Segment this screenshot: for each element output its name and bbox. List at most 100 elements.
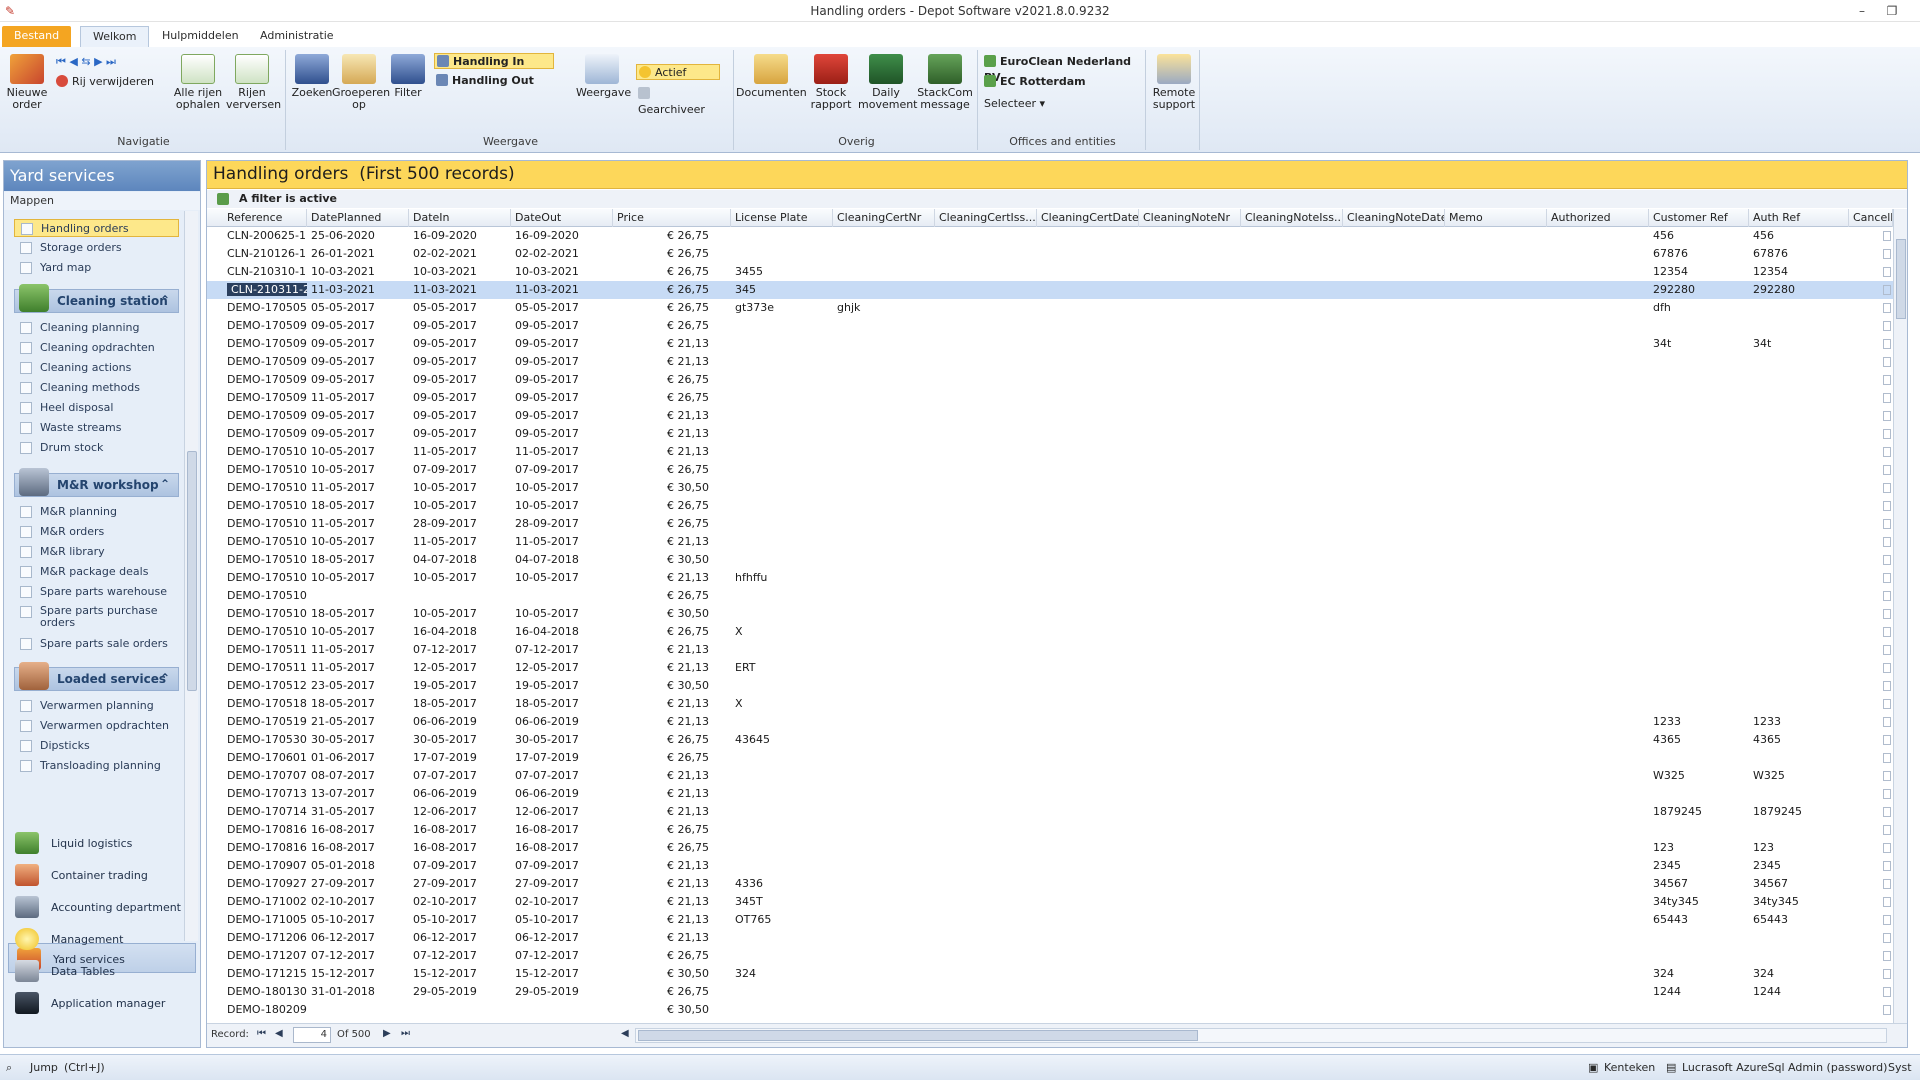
table-cell[interactable]: DEMO-170510-8... bbox=[207, 605, 307, 623]
table-cell[interactable]: 34567 bbox=[1649, 875, 1749, 893]
table-cell[interactable] bbox=[731, 641, 833, 659]
table-cell[interactable]: 15-12-2017 bbox=[409, 965, 511, 983]
table-cell[interactable]: DEMO-170816-2... bbox=[207, 839, 307, 857]
table-cell[interactable]: 10-05-2017 bbox=[307, 533, 409, 551]
table-cell[interactable] bbox=[1649, 929, 1749, 947]
table-cell[interactable] bbox=[833, 281, 935, 299]
table-cell[interactable] bbox=[731, 425, 833, 443]
table-cell[interactable]: € 26,75 bbox=[613, 263, 713, 281]
cancelled-checkbox[interactable] bbox=[1849, 551, 1893, 569]
table-cell[interactable] bbox=[731, 983, 833, 1001]
table-cell[interactable]: € 26,75 bbox=[613, 839, 713, 857]
table-cell[interactable]: DEMO-171002-1... bbox=[207, 893, 307, 911]
table-cell[interactable]: DEMO-170510-5... bbox=[207, 551, 307, 569]
column-header[interactable]: CleaningNoteDate bbox=[1343, 209, 1445, 227]
table-cell[interactable]: 292280 bbox=[1649, 281, 1749, 299]
table-cell[interactable]: 1233 bbox=[1749, 713, 1849, 731]
table-row[interactable]: DEMO-170510-7... € 26,75 bbox=[207, 587, 1893, 605]
cancelled-checkbox[interactable] bbox=[1849, 929, 1893, 947]
table-cell[interactable]: DEMO-170509-4... bbox=[207, 371, 307, 389]
table-cell[interactable]: € 26,75 bbox=[613, 983, 713, 1001]
table-cell[interactable]: 1244 bbox=[1749, 983, 1849, 1001]
table-cell[interactable] bbox=[833, 407, 935, 425]
table-cell[interactable]: 13-07-2017 bbox=[307, 785, 409, 803]
cancelled-checkbox[interactable] bbox=[1849, 443, 1893, 461]
table-cell[interactable] bbox=[833, 317, 935, 335]
table-cell[interactable]: 10-05-2017 bbox=[307, 623, 409, 641]
column-header[interactable]: DateIn bbox=[409, 209, 511, 227]
table-cell[interactable]: 30-05-2017 bbox=[307, 731, 409, 749]
table-cell[interactable] bbox=[833, 605, 935, 623]
table-cell[interactable]: € 21,13 bbox=[613, 911, 713, 929]
table-row[interactable]: DEMO-180130-2...31-01-201829-05-201929-0… bbox=[207, 983, 1893, 1001]
table-cell[interactable]: 01-06-2017 bbox=[307, 749, 409, 767]
sidebar-item-mr-package-deals[interactable]: M&R package deals bbox=[14, 563, 179, 581]
table-cell[interactable] bbox=[833, 533, 935, 551]
sidebar-item-cleaning-actions[interactable]: Cleaning actions bbox=[14, 359, 179, 377]
restore-button[interactable]: ❐ bbox=[1878, 3, 1906, 19]
table-cell[interactable]: 18-05-2017 bbox=[409, 695, 511, 713]
table-cell[interactable]: 11-03-2021 bbox=[307, 281, 409, 299]
grid-scroll-thumb[interactable] bbox=[1896, 239, 1906, 319]
remote-support-button[interactable]: Remote support bbox=[1150, 54, 1198, 111]
table-cell[interactable]: ERT bbox=[731, 659, 833, 677]
table-cell[interactable] bbox=[833, 929, 935, 947]
active-filter-toggle[interactable]: Actief bbox=[636, 64, 720, 80]
table-cell[interactable]: 34567 bbox=[1749, 875, 1849, 893]
select-office-dropdown[interactable]: Selecteer ▾ bbox=[984, 96, 1045, 112]
column-header[interactable]: CleaningNoteIss... bbox=[1241, 209, 1343, 227]
sidebar-item-storage-orders[interactable]: Storage orders bbox=[14, 239, 179, 257]
table-cell[interactable]: 05-01-2018 bbox=[307, 857, 409, 875]
table-cell[interactable]: 06-06-2019 bbox=[511, 785, 613, 803]
table-cell[interactable]: 09-05-2017 bbox=[307, 335, 409, 353]
table-cell[interactable]: 18-05-2017 bbox=[307, 695, 409, 713]
fetch-all-rows-button[interactable]: Alle rijen ophalen bbox=[172, 54, 224, 111]
sidebar-item-transloading-planning[interactable]: Transloading planning bbox=[14, 757, 179, 775]
sidebar-item-cleaning-methods[interactable]: Cleaning methods bbox=[14, 379, 179, 397]
table-cell[interactable]: dfh bbox=[1649, 299, 1749, 317]
table-cell[interactable] bbox=[833, 677, 935, 695]
table-cell[interactable]: 05-10-2017 bbox=[409, 911, 511, 929]
cancelled-checkbox[interactable] bbox=[1849, 911, 1893, 929]
table-cell[interactable]: € 21,13 bbox=[613, 803, 713, 821]
table-cell[interactable] bbox=[1649, 677, 1749, 695]
table-cell[interactable]: 07-12-2017 bbox=[307, 947, 409, 965]
cancelled-checkbox[interactable] bbox=[1849, 407, 1893, 425]
table-cell[interactable]: 123 bbox=[1649, 839, 1749, 857]
table-cell[interactable] bbox=[1749, 947, 1849, 965]
table-cell[interactable] bbox=[1649, 425, 1749, 443]
table-cell-reference[interactable]: CLN-210311-2.H1 bbox=[207, 281, 307, 299]
table-cell[interactable]: 21-05-2017 bbox=[307, 713, 409, 731]
table-cell[interactable] bbox=[1649, 623, 1749, 641]
table-cell[interactable] bbox=[1649, 659, 1749, 677]
table-cell[interactable] bbox=[731, 335, 833, 353]
table-cell[interactable]: DEMO-170510-7... bbox=[207, 587, 307, 605]
table-cell[interactable] bbox=[1649, 317, 1749, 335]
table-cell[interactable]: 1244 bbox=[1649, 983, 1749, 1001]
table-cell[interactable] bbox=[731, 371, 833, 389]
table-cell[interactable]: DEMO-170509-1... bbox=[207, 317, 307, 335]
cancelled-checkbox[interactable] bbox=[1849, 1001, 1893, 1019]
table-row[interactable]: DEMO-170907-1...05-01-201807-09-201707-0… bbox=[207, 857, 1893, 875]
table-cell[interactable] bbox=[1749, 929, 1849, 947]
table-cell[interactable]: € 21,13 bbox=[613, 713, 713, 731]
table-cell[interactable]: 10-05-2017 bbox=[409, 479, 511, 497]
table-cell[interactable] bbox=[1749, 623, 1849, 641]
table-cell[interactable] bbox=[1749, 677, 1849, 695]
table-cell[interactable] bbox=[1749, 695, 1849, 713]
column-header[interactable]: Reference bbox=[207, 209, 307, 227]
table-cell[interactable]: 1233 bbox=[1649, 713, 1749, 731]
table-cell[interactable]: 19-05-2017 bbox=[511, 677, 613, 695]
sidebar-item-waste-streams[interactable]: Waste streams bbox=[14, 419, 179, 437]
table-row[interactable]: CLN-210310-1.H110-03-202110-03-202110-03… bbox=[207, 263, 1893, 281]
cancelled-checkbox[interactable] bbox=[1849, 767, 1893, 785]
table-cell[interactable] bbox=[731, 479, 833, 497]
table-row[interactable]: CLN-200625-1.H125-06-202016-09-202016-09… bbox=[207, 227, 1893, 245]
table-cell[interactable]: 09-05-2017 bbox=[409, 407, 511, 425]
stock-report-button[interactable]: Stock rapport bbox=[806, 54, 856, 111]
table-cell[interactable]: 456 bbox=[1649, 227, 1749, 245]
table-cell[interactable]: € 26,75 bbox=[613, 317, 713, 335]
table-cell[interactable]: € 26,75 bbox=[613, 731, 713, 749]
table-cell[interactable] bbox=[1649, 947, 1749, 965]
table-cell[interactable]: CLN-200625-1.H1 bbox=[207, 227, 307, 245]
